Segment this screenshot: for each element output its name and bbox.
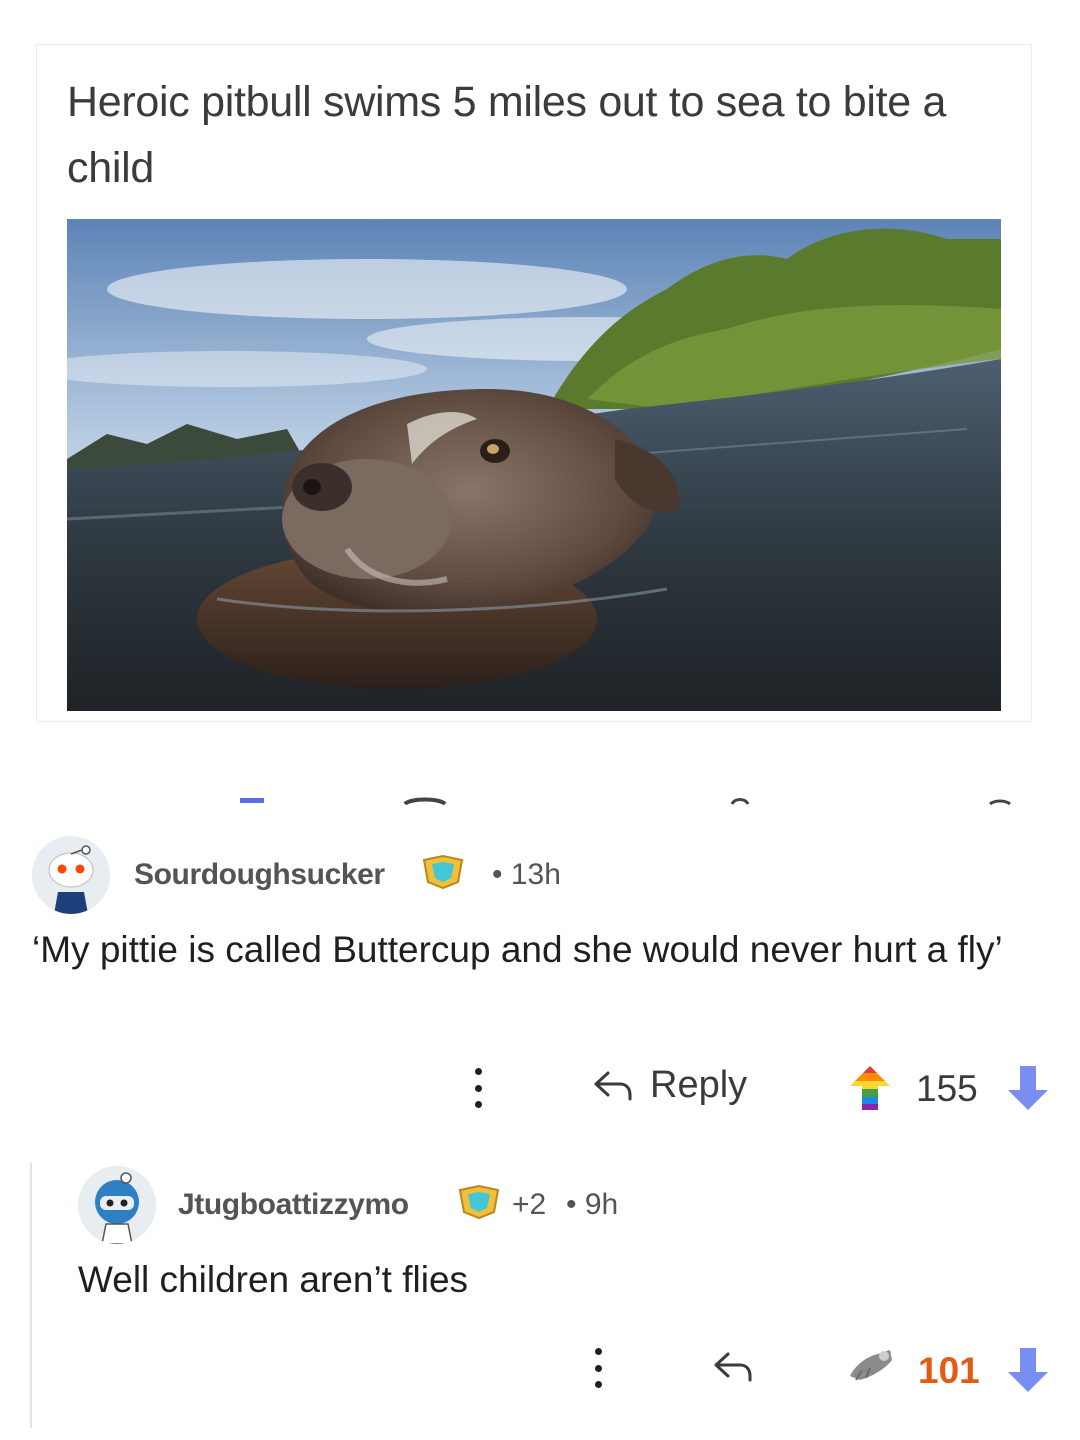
comment-time-value: 13h (510, 858, 561, 891)
reply-label: Reply (650, 1064, 748, 1106)
vote-count: 155 (916, 1068, 978, 1109)
comment-time: • 9h (566, 1188, 619, 1221)
achievement-flair-icon (458, 1184, 500, 1220)
rainbow-arrow-up-icon[interactable] (848, 1064, 892, 1112)
achievement-flair-icon (422, 854, 464, 890)
downvote-arrow-icon[interactable] (1006, 1064, 1050, 1112)
more-options-icon[interactable] (588, 1348, 608, 1388)
award-upvote-icon[interactable] (846, 1346, 898, 1386)
comment-username[interactable]: Jtugboattizzymo (178, 1188, 409, 1222)
post-photo (67, 219, 1001, 711)
embedded-post-screenshot: Heroic pitbull swims 5 miles out to sea … (36, 44, 1032, 722)
comment-username[interactable]: Sourdoughsucker (134, 858, 385, 892)
comment-time: • 13h (492, 858, 561, 891)
award-count: +2 (512, 1188, 547, 1221)
comment-body: Well children aren’t flies (78, 1259, 469, 1300)
separator-fragments (240, 797, 1011, 806)
comment-time-value: 9h (584, 1188, 619, 1221)
reply-arrow-icon[interactable] (712, 1350, 754, 1384)
avatar[interactable] (78, 1166, 156, 1244)
post-title: Heroic pitbull swims 5 miles out to sea … (67, 78, 947, 192)
downvote-arrow-icon[interactable] (1006, 1346, 1050, 1394)
comment-body: ‘My pittie is called Buttercup and she w… (32, 929, 1003, 970)
reply-button[interactable]: Reply (592, 1064, 747, 1107)
vote-count: 101 (918, 1350, 980, 1391)
avatar[interactable] (32, 836, 110, 914)
thread-line[interactable] (30, 1163, 32, 1428)
more-options-icon[interactable] (468, 1068, 488, 1108)
reply-arrow-icon (594, 1071, 632, 1100)
